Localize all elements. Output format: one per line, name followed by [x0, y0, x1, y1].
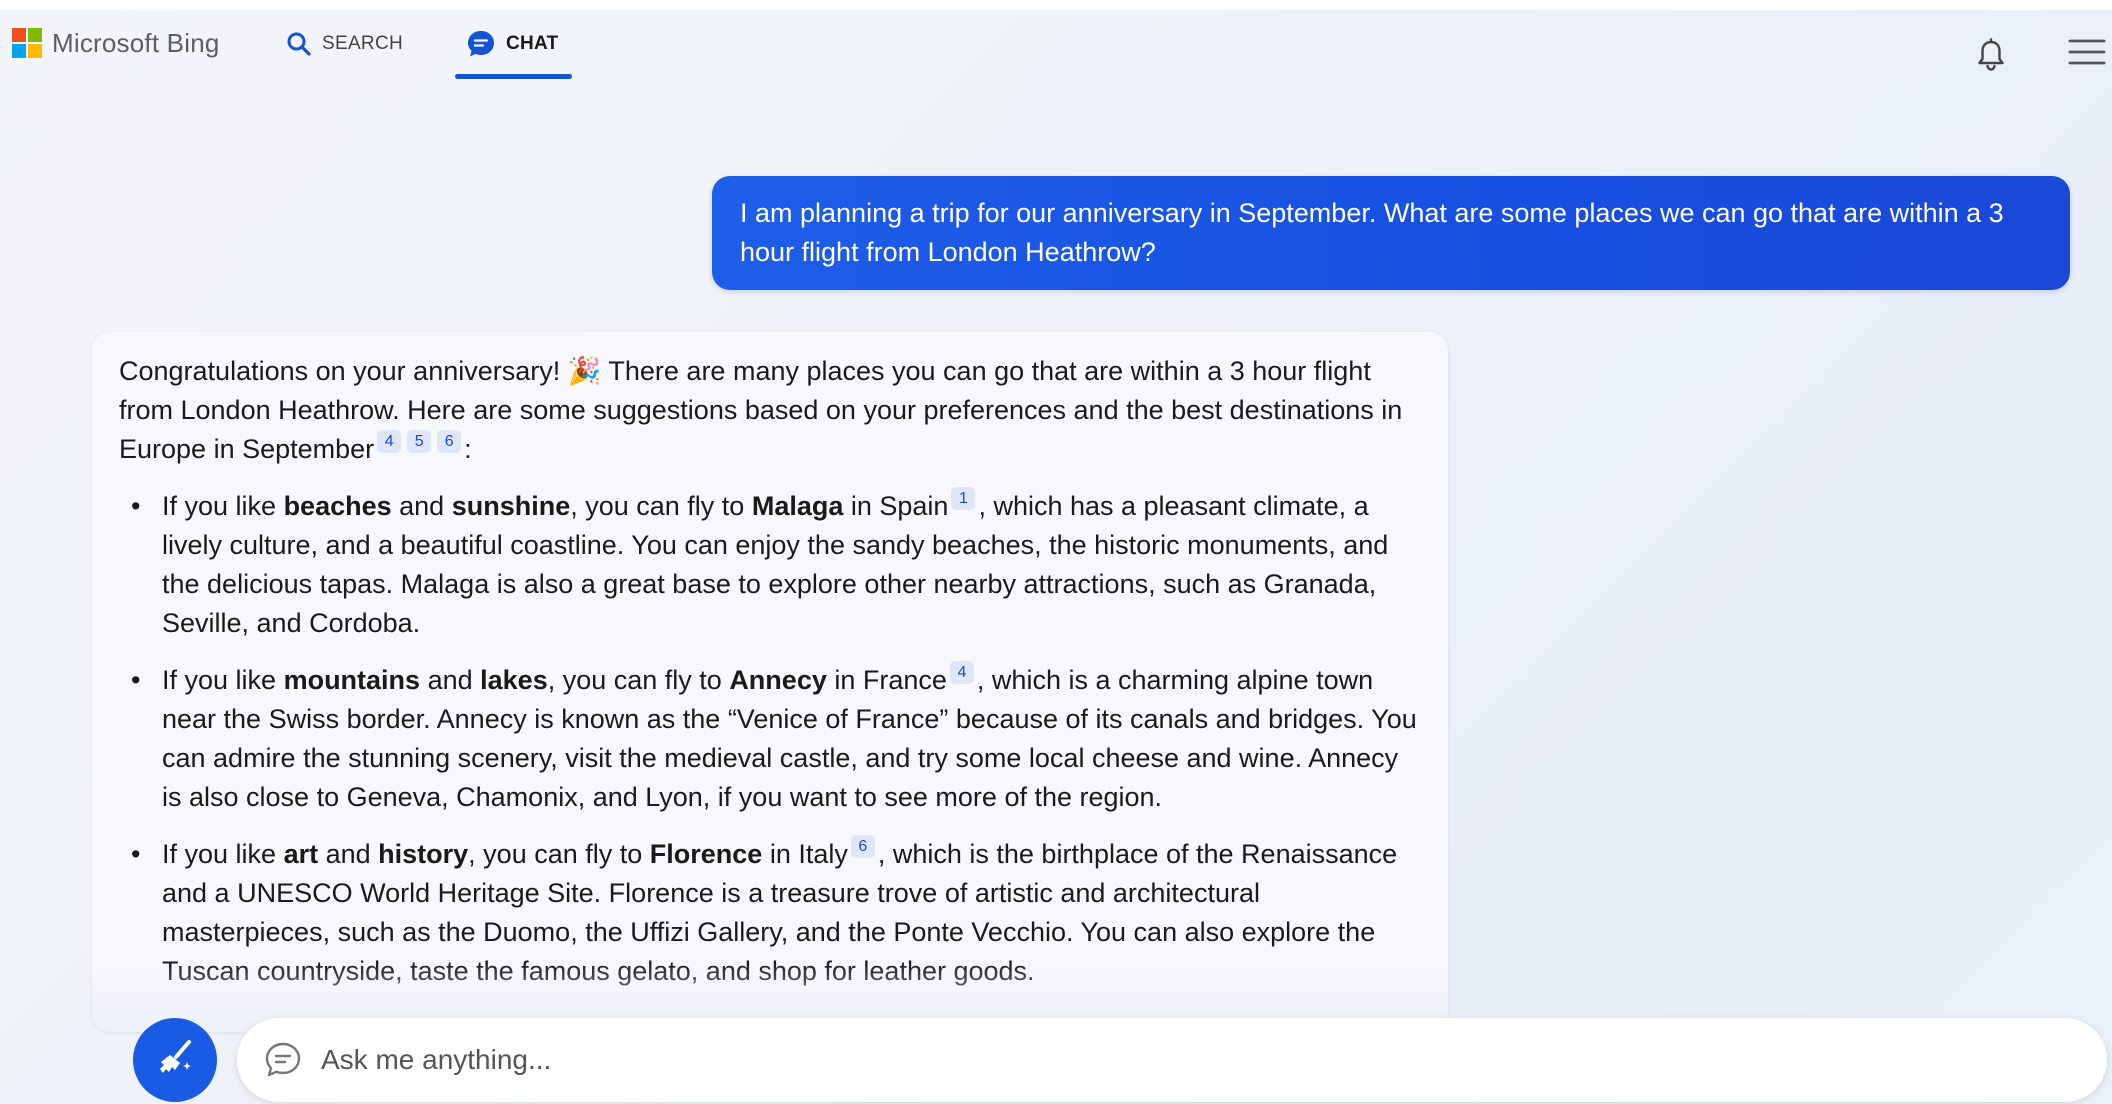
list-bold-text: history: [378, 839, 469, 869]
destination-name: Malaga: [751, 491, 844, 521]
list-text: , you can fly to: [547, 665, 730, 695]
intro-text-end: :: [464, 434, 472, 464]
bell-icon: [1978, 38, 2004, 71]
citation-badge[interactable]: 5: [407, 430, 432, 453]
tab-search[interactable]: SEARCH: [286, 24, 403, 64]
ask-input[interactable]: [321, 1038, 2021, 1082]
list-text: and: [391, 491, 452, 521]
notifications-button[interactable]: [1976, 38, 2006, 77]
list-text: in Italy: [762, 839, 848, 869]
list-bold-text: lakes: [480, 665, 548, 695]
chat-bubble-icon: [265, 1042, 301, 1077]
destination-name: Florence: [649, 839, 763, 869]
list-bold-text: mountains: [283, 665, 421, 695]
citation-badge[interactable]: 6: [437, 430, 462, 453]
list-text: and: [318, 839, 379, 869]
new-topic-button[interactable]: [133, 1018, 217, 1102]
list-text: and: [420, 665, 481, 695]
broom-icon: [160, 1040, 191, 1073]
menu-button[interactable]: [2068, 36, 2106, 73]
header: Microsoft Bing SEARCH CHAT: [0, 10, 2112, 80]
suggestion-list: If you like beaches and sunshine, you ca…: [119, 487, 1420, 991]
list-bold-text: art: [283, 839, 319, 869]
list-text: If you like: [162, 665, 284, 695]
response-intro: Congratulations on your anniversary! 🎉 T…: [119, 352, 1420, 469]
active-tab-indicator: [455, 74, 572, 79]
citation-badge[interactable]: 4: [377, 430, 402, 453]
destination-name: Annecy: [729, 665, 827, 695]
party-popper-emoji-icon: 🎉: [567, 356, 602, 386]
list-text: , you can fly to: [570, 491, 752, 521]
list-text: , you can fly to: [468, 839, 650, 869]
search-icon: [287, 32, 311, 56]
list-text: If you like: [162, 839, 284, 869]
microsoft-logo-icon: [12, 28, 42, 58]
citation-badge[interactable]: 4: [949, 661, 974, 684]
bing-logo[interactable]: Microsoft Bing: [12, 26, 220, 60]
top-strip: [0, 0, 2112, 10]
tab-search-label: SEARCH: [322, 33, 403, 54]
hamburger-menu-icon: [2068, 39, 2106, 65]
tab-chat[interactable]: CHAT: [466, 24, 559, 64]
user-message: I am planning a trip for our anniversary…: [712, 176, 2070, 290]
list-text: If you like: [162, 491, 284, 521]
user-message-text: I am planning a trip for our anniversary…: [740, 198, 2004, 267]
intro-text-1: Congratulations on your anniversary!: [119, 356, 568, 386]
citation-badge[interactable]: 6: [850, 835, 875, 858]
list-bold-text: sunshine: [451, 491, 571, 521]
list-item: If you like beaches and sunshine, you ca…: [119, 487, 1420, 643]
tab-chat-label: CHAT: [506, 33, 559, 54]
ask-box[interactable]: [237, 1018, 2107, 1102]
list-item: If you like mountains and lakes, you can…: [119, 661, 1420, 817]
list-text: in Spain: [843, 491, 949, 521]
list-text: in France: [826, 665, 947, 695]
chat-icon: [468, 31, 494, 57]
bot-response: Congratulations on your anniversary! 🎉 T…: [92, 332, 1448, 1032]
list-bold-text: beaches: [283, 491, 392, 521]
brand-name: Microsoft Bing: [52, 27, 220, 58]
citation-badge[interactable]: 1: [951, 487, 976, 510]
